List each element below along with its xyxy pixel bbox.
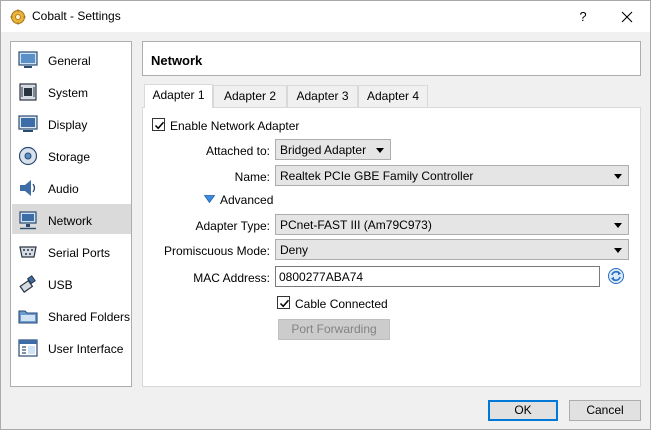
tab-adapter-4[interactable]: Adapter 4 <box>358 85 428 107</box>
sidebar-item-label: System <box>48 86 89 100</box>
chevron-down-icon <box>376 148 384 153</box>
port-forwarding-button[interactable]: Port Forwarding <box>278 319 390 340</box>
sidebar-item-user-interface[interactable]: User Interface <box>12 332 131 362</box>
enable-adapter-label: Enable Network Adapter <box>170 119 300 133</box>
audio-icon <box>17 177 39 199</box>
user-interface-icon <box>17 337 39 359</box>
refresh-mac-icon[interactable] <box>607 267 625 285</box>
network-icon <box>17 209 39 231</box>
chevron-down-icon <box>614 174 622 179</box>
cable-connected-checkbox[interactable] <box>277 296 290 309</box>
sidebar-item-label: Shared Folders <box>48 310 131 324</box>
section-header: Network <box>142 41 641 76</box>
sidebar-item-label: Storage <box>48 150 91 164</box>
promiscuous-mode-label: Promiscuous Mode: <box>163 244 270 258</box>
tab-adapter-1[interactable]: Adapter 1 <box>144 84 213 108</box>
cable-connected-label: Cable Connected <box>295 297 388 311</box>
storage-icon <box>17 145 39 167</box>
mac-address-input[interactable]: 0800277ABA74 <box>275 266 600 287</box>
attached-to-label: Attached to: <box>205 144 270 158</box>
usb-icon <box>17 273 39 295</box>
general-icon <box>17 49 39 71</box>
attached-to-select[interactable]: Bridged Adapter <box>275 139 391 160</box>
shared-folders-icon <box>17 305 39 327</box>
tab-adapter-3[interactable]: Adapter 3 <box>287 85 358 107</box>
sidebar-item-general[interactable]: General <box>12 44 131 74</box>
tab-adapter-2[interactable]: Adapter 2 <box>213 85 287 107</box>
close-icon[interactable] <box>611 5 643 29</box>
help-button[interactable]: ? <box>567 5 599 29</box>
adapter-type-select[interactable]: PCnet-FAST III (Am79C973) <box>275 214 629 235</box>
system-icon <box>17 81 39 103</box>
enable-adapter-checkbox[interactable] <box>152 118 165 131</box>
promiscuous-mode-value: Deny <box>280 243 309 257</box>
sidebar-item-label: USB <box>48 278 73 292</box>
sidebar-item-label: Serial Ports <box>48 246 111 260</box>
sidebar-item-label: General <box>48 54 91 68</box>
expand-triangle-icon <box>204 195 215 203</box>
name-label: Name: <box>234 170 270 184</box>
mac-address-label: MAC Address: <box>193 271 270 285</box>
advanced-label: Advanced <box>220 193 274 207</box>
adapter-type-value: PCnet-FAST III (Am79C973) <box>280 218 432 232</box>
sidebar-item-display[interactable]: Display <box>12 108 131 138</box>
sidebar-item-network[interactable]: Network <box>12 204 131 234</box>
sidebar-item-shared-folders[interactable]: Shared Folders <box>12 300 131 330</box>
sidebar-item-usb[interactable]: USB <box>12 268 131 298</box>
adapter-name-value: Realtek PCIe GBE Family Controller <box>280 169 474 183</box>
serial-ports-icon <box>17 241 39 263</box>
advanced-toggle[interactable]: Advanced <box>204 192 274 208</box>
chevron-down-icon <box>614 223 622 228</box>
ok-button[interactable]: OK <box>488 400 558 421</box>
settings-sidebar: General System Display Storage Audio Net… <box>10 41 132 387</box>
sidebar-item-label: Audio <box>48 182 79 196</box>
sidebar-item-label: Display <box>48 118 88 132</box>
promiscuous-mode-select[interactable]: Deny <box>275 239 629 260</box>
settings-window: Cobalt - Settings ? General System Displ… <box>0 0 651 430</box>
sidebar-item-system[interactable]: System <box>12 76 131 106</box>
adapter-name-select[interactable]: Realtek PCIe GBE Family Controller <box>275 165 629 186</box>
sidebar-item-label: User Interface <box>48 342 124 356</box>
mac-address-value: 0800277ABA74 <box>279 270 364 284</box>
sidebar-item-audio[interactable]: Audio <box>12 172 131 202</box>
window-title: Cobalt - Settings <box>32 9 121 23</box>
sidebar-item-serial-ports[interactable]: Serial Ports <box>12 236 131 266</box>
sidebar-item-storage[interactable]: Storage <box>12 140 131 170</box>
adapter-type-label: Adapter Type: <box>195 219 271 233</box>
title-bar[interactable]: Cobalt - Settings ? <box>1 1 650 32</box>
display-icon <box>17 113 39 135</box>
app-icon <box>10 9 26 25</box>
page-title: Network <box>151 53 203 68</box>
attached-to-value: Bridged Adapter <box>280 143 367 157</box>
cancel-button[interactable]: Cancel <box>569 400 641 421</box>
sidebar-item-label: Network <box>48 214 93 228</box>
chevron-down-icon <box>614 248 622 253</box>
